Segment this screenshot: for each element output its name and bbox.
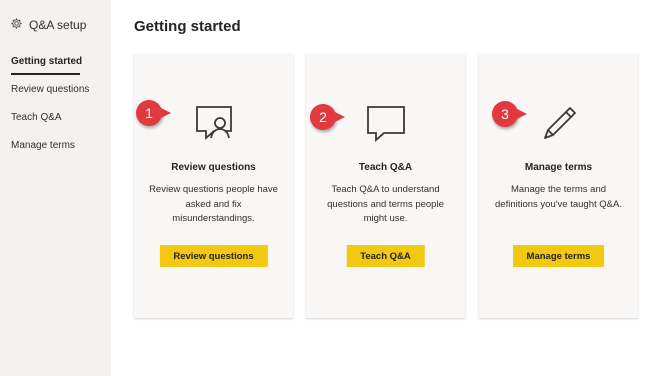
card-teach-qa: Teach Q&A Teach Q&A to understand questi… [306,54,465,318]
card-title: Manage terms [524,162,593,173]
sidebar-item-review-questions[interactable]: Review questions [0,80,111,100]
sidebar-item-manage-terms[interactable]: Manage terms [0,136,111,156]
card-description: Review questions people have asked and f… [149,184,278,224]
sidebar: Q&A setup Getting started Review questio… [0,0,111,376]
step-badge: 2 [310,104,345,130]
card-description: Manage the terms and definitions you've … [495,184,622,210]
sidebar-item-getting-started[interactable]: Getting started [0,52,111,75]
teach-qa-button[interactable]: Teach Q&A [346,245,425,267]
card-review-questions: Review questions Review questions people… [134,54,293,318]
page-title: Getting started [134,18,241,35]
card-title: Review questions [171,162,256,173]
gear-icon [10,17,23,33]
manage-terms-button[interactable]: Manage terms [512,245,605,267]
sidebar-header: Q&A setup [10,17,86,33]
step-badge: 3 [492,101,527,127]
card-title: Teach Q&A [358,162,413,173]
card-description: Teach Q&A to understand questions and te… [327,184,444,224]
review-questions-button[interactable]: Review questions [159,245,268,267]
sidebar-item-teach-qa[interactable]: Teach Q&A [0,108,111,128]
card-manage-terms: Manage terms Manage the terms and defini… [479,54,638,318]
step-badge: 1 [136,100,171,126]
sidebar-title: Q&A setup [29,18,87,32]
